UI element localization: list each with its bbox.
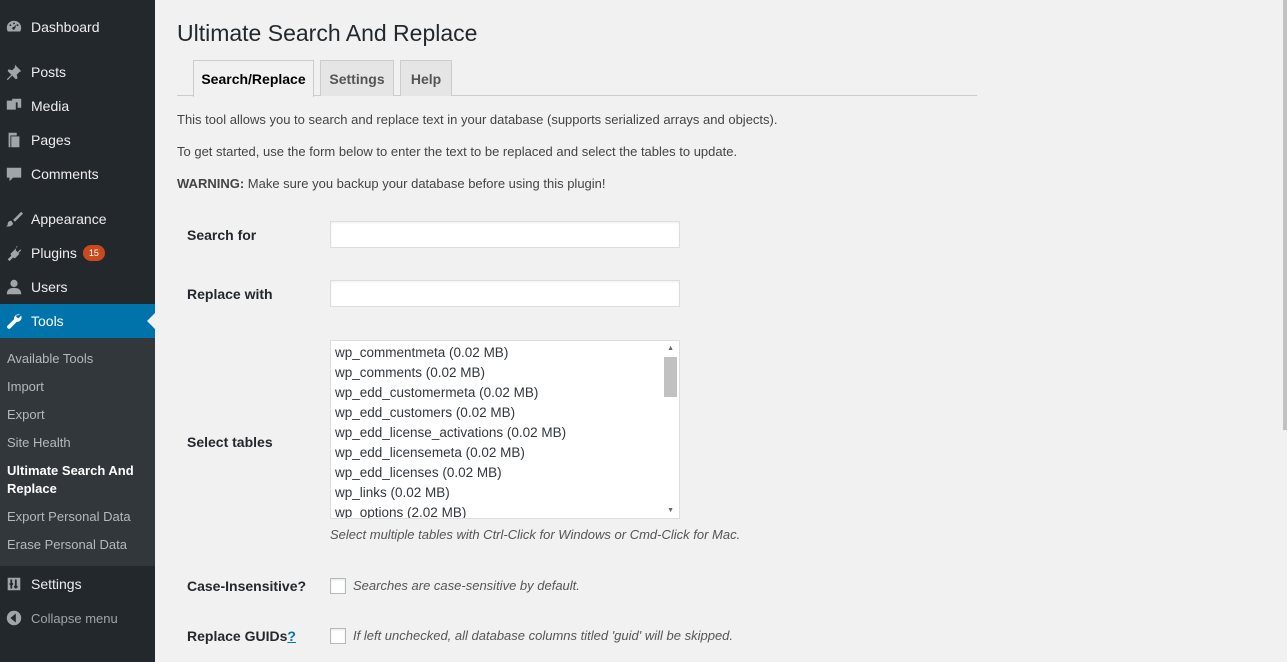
sidebar-item-label: Plugins xyxy=(31,245,77,261)
tools-submenu: Available Tools Import Export Site Healt… xyxy=(0,338,155,566)
sidebar-item-posts[interactable]: Posts xyxy=(0,55,155,89)
sidebar-item-label: Appearance xyxy=(31,211,107,227)
wrench-icon xyxy=(4,311,24,331)
replace-with-label: Replace with xyxy=(187,286,273,302)
tab-bar: Search/Replace Settings Help xyxy=(177,60,977,97)
settings-icon xyxy=(4,574,24,594)
table-option[interactable]: wp_edd_customers (0.02 MB) xyxy=(335,405,515,420)
table-option[interactable]: wp_commentmeta (0.02 MB) xyxy=(335,345,508,360)
tab-settings[interactable]: Settings xyxy=(320,60,394,96)
paintbrush-icon xyxy=(4,209,24,229)
collapse-icon xyxy=(4,608,24,628)
page-scrollbar[interactable] xyxy=(1283,0,1287,430)
replace-with-input[interactable] xyxy=(330,280,680,307)
replace-guids-label: Replace GUIDs? xyxy=(187,628,296,644)
submenu-item-import[interactable]: Import xyxy=(7,378,44,396)
sidebar-item-label: Users xyxy=(31,279,68,295)
collapse-menu-button[interactable]: Collapse menu xyxy=(0,601,155,635)
intro-text-1: This tool allows you to search and repla… xyxy=(177,112,778,127)
tab-help[interactable]: Help xyxy=(400,60,452,96)
sidebar-item-label: Settings xyxy=(31,576,82,592)
sidebar-item-comments[interactable]: Comments xyxy=(0,157,155,191)
sidebar-item-label: Pages xyxy=(31,132,71,148)
sidebar-item-appearance[interactable]: Appearance xyxy=(0,202,155,236)
table-option[interactable]: wp_edd_customermeta (0.02 MB) xyxy=(335,385,538,400)
search-for-label: Search for xyxy=(187,227,257,243)
case-insensitive-label: Case-Insensitive? xyxy=(187,578,307,594)
sidebar-item-label: Collapse menu xyxy=(31,610,118,626)
table-option[interactable]: wp_options (2.02 MB) xyxy=(335,505,466,518)
replace-guids-description: If left unchecked, all database columns … xyxy=(353,628,734,643)
plugin-icon xyxy=(4,243,24,263)
sidebar-item-plugins[interactable]: Plugins 15 xyxy=(0,236,155,270)
pages-icon xyxy=(4,130,24,150)
tab-search-replace[interactable]: Search/Replace xyxy=(193,60,314,97)
dashboard-icon xyxy=(4,17,24,37)
sidebar-item-label: Tools xyxy=(31,313,64,329)
sidebar-item-settings[interactable]: Settings xyxy=(0,567,155,601)
scroll-down-arrow-icon[interactable]: ▼ xyxy=(667,507,674,514)
submenu-item-export[interactable]: Export xyxy=(7,406,45,424)
page-title: Ultimate Search And Replace xyxy=(177,20,478,46)
table-option[interactable]: wp_links (0.02 MB) xyxy=(335,485,450,500)
replace-guids-text: Replace GUIDs xyxy=(187,628,288,644)
warning-text: WARNING: Make sure you backup your datab… xyxy=(177,176,606,191)
submenu-item-ultimate-search-replace[interactable]: Ultimate Search And Replace xyxy=(7,462,147,498)
warning-label: WARNING: xyxy=(177,176,245,191)
tables-scrollbar[interactable]: ▲ ▼ xyxy=(662,341,679,518)
comment-icon xyxy=(4,164,24,184)
admin-sidebar: Dashboard Posts Media Pages Comments App… xyxy=(0,0,155,662)
sidebar-item-dashboard[interactable]: Dashboard xyxy=(0,10,155,44)
scroll-up-arrow-icon[interactable]: ▲ xyxy=(667,345,674,352)
table-option[interactable]: wp_edd_licensemeta (0.02 MB) xyxy=(335,445,525,460)
table-option[interactable]: wp_edd_license_activations (0.02 MB) xyxy=(335,425,566,440)
sidebar-item-users[interactable]: Users xyxy=(0,270,155,304)
tables-help-text: Select multiple tables with Ctrl-Click f… xyxy=(330,527,741,542)
scroll-thumb[interactable] xyxy=(664,357,677,397)
pushpin-icon xyxy=(4,62,24,82)
plugin-update-badge: 15 xyxy=(82,245,105,261)
sidebar-item-tools[interactable]: Tools xyxy=(0,304,155,338)
sidebar-item-label: Comments xyxy=(31,166,99,182)
case-insensitive-description: Searches are case-sensitive by default. xyxy=(353,578,580,593)
user-icon xyxy=(4,277,24,297)
sidebar-item-label: Dashboard xyxy=(31,19,100,35)
sidebar-item-pages[interactable]: Pages xyxy=(0,123,155,157)
select-tables-label: Select tables xyxy=(187,434,273,450)
submenu-item-available-tools[interactable]: Available Tools xyxy=(7,350,93,368)
warning-message: Make sure you backup your database befor… xyxy=(244,176,606,191)
replace-guids-checkbox[interactable] xyxy=(330,628,346,644)
guid-help-link[interactable]: ? xyxy=(287,628,296,644)
sidebar-item-label: Posts xyxy=(31,64,67,80)
search-for-input[interactable] xyxy=(330,221,680,248)
table-option[interactable]: wp_comments (0.02 MB) xyxy=(335,365,485,380)
tables-multiselect[interactable]: wp_commentmeta (0.02 MB) wp_comments (0.… xyxy=(330,340,680,519)
sidebar-item-media[interactable]: Media xyxy=(0,89,155,123)
table-option[interactable]: wp_edd_licenses (0.02 MB) xyxy=(335,465,502,480)
intro-text-2: To get started, use the form below to en… xyxy=(177,144,738,159)
media-icon xyxy=(4,96,24,116)
case-insensitive-checkbox[interactable] xyxy=(330,578,346,594)
submenu-item-site-health[interactable]: Site Health xyxy=(7,434,71,452)
submenu-item-export-personal-data[interactable]: Export Personal Data xyxy=(7,508,131,526)
submenu-item-erase-personal-data[interactable]: Erase Personal Data xyxy=(7,536,127,554)
sidebar-item-label: Media xyxy=(31,98,70,114)
